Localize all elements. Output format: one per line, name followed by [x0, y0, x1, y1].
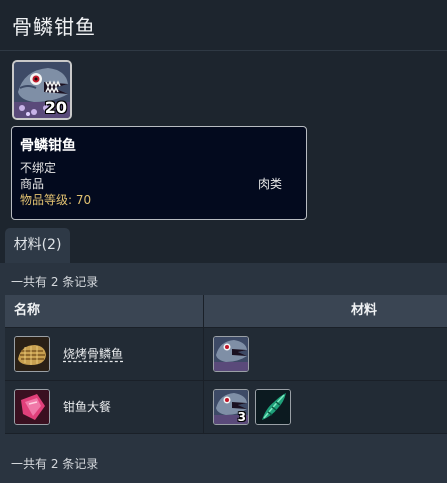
item-tooltip: 骨鳞钳鱼 不绑定 商品 肉类 物品等级: 70 [11, 126, 307, 220]
row-item-name[interactable]: 钳鱼大餐 [63, 398, 111, 415]
header-materials[interactable]: 材料 [351, 295, 377, 327]
header-name[interactable]: 名称 [14, 295, 40, 327]
record-count-top: 一共有 2 条记录 [11, 275, 99, 289]
tooltip-type: 商品 [20, 177, 45, 191]
tooltip-subtype: 肉类 [257, 177, 282, 191]
item-icon[interactable]: 20 [12, 60, 72, 120]
tooltip-item-name: 骨鳞钳鱼 [20, 138, 76, 154]
page-title: 骨鳞钳鱼 [12, 15, 96, 39]
table-row: 烧烤骨鳞鱼 [5, 328, 447, 381]
fish-icon [214, 337, 248, 371]
grilled-fish-icon [15, 337, 49, 371]
material-count: 3 [237, 410, 246, 424]
stack-count: 20 [44, 98, 67, 117]
tooltip-bind-status: 不绑定 [20, 161, 57, 175]
row-item-icon[interactable] [14, 336, 50, 372]
green-herb-icon [256, 390, 290, 424]
tab-materials[interactable]: 材料(2) [5, 228, 70, 264]
material-slot[interactable] [213, 336, 249, 372]
tooltip-item-level: 物品等级: 70 [20, 193, 92, 207]
table-row: 钳鱼大餐 3 [5, 381, 447, 434]
column-divider [203, 295, 204, 433]
material-slot[interactable] [255, 389, 291, 425]
row-item-icon[interactable] [14, 389, 50, 425]
record-count-bottom: 一共有 2 条记录 [11, 457, 99, 471]
row-item-name[interactable]: 烧烤骨鳞鱼 [63, 345, 123, 362]
pink-feast-icon [15, 390, 49, 424]
materials-table: 名称 材料 烧烤骨鳞鱼 钳鱼大餐 3 [5, 295, 447, 434]
title-bar: 骨鳞钳鱼 [0, 0, 447, 51]
tooltip-type-row: 商品 肉类 [20, 176, 298, 192]
material-slot[interactable]: 3 [213, 389, 249, 425]
table-header: 名称 材料 [5, 295, 447, 328]
